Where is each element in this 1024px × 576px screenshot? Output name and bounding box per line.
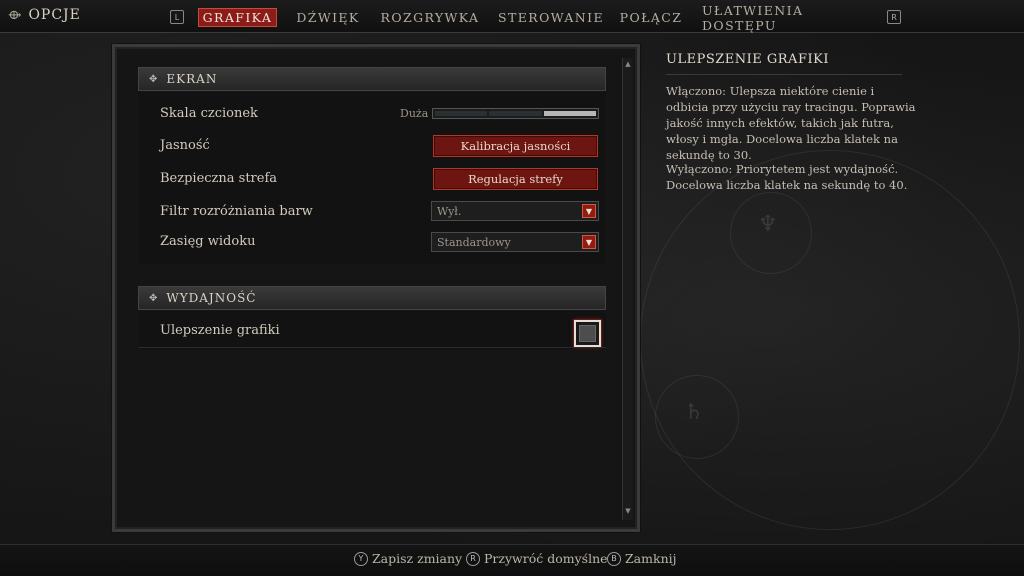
slider-segment: [435, 111, 488, 116]
decorative-pentagram-circle: [640, 150, 1020, 530]
tab-sterowanie[interactable]: STEROWANIE: [498, 8, 603, 27]
chevron-down-icon: ▼: [582, 235, 596, 249]
y-button-icon: Y: [354, 551, 368, 566]
section-title: WYDAJNOŚĆ: [166, 291, 257, 305]
divider: [666, 74, 902, 75]
diamond-icon: ✥: [149, 73, 159, 85]
options-back-button[interactable]: ⟴ OPCJE: [8, 7, 81, 23]
graphics-boost-label: Ulepszenie grafiki: [160, 323, 280, 338]
color-filter-value: Wył.: [437, 204, 462, 218]
chevron-down-icon: ▼: [582, 204, 596, 218]
font-scale-slider[interactable]: [432, 108, 599, 119]
slider-segment: [489, 111, 542, 116]
safe-zone-label: Bezpieczna strefa: [160, 171, 278, 186]
section-header-ekran: ✥ EKRAN: [138, 67, 606, 91]
slider-segment: [543, 111, 596, 116]
scrollbar[interactable]: [622, 58, 633, 520]
b-button-icon: B: [607, 551, 621, 566]
color-filter-dropdown[interactable]: Wył. ▼: [431, 201, 599, 221]
description-off-text: Wyłączono: Priorytetem jest wydajność. D…: [666, 162, 908, 192]
brightness-label: Jasność: [160, 138, 210, 153]
close-button[interactable]: B Zamknij: [607, 551, 677, 566]
view-distance-label: Zasięg widoku: [160, 234, 256, 249]
font-scale-label: Skala czcionek: [160, 106, 258, 121]
tab-dzwiek[interactable]: DŹWIĘK: [293, 8, 363, 27]
graphics-boost-checkbox[interactable]: [574, 320, 601, 347]
scroll-down-icon[interactable]: ▼: [624, 507, 632, 515]
divider: [138, 347, 606, 348]
save-changes-button[interactable]: Y Zapisz zmiany: [354, 551, 462, 566]
safe-zone-adjust-button[interactable]: Regulacja strefy: [433, 168, 598, 190]
color-filter-label: Filtr rozróżniania barw: [160, 204, 313, 219]
restore-defaults-button[interactable]: R Przywróć domyślne: [466, 551, 608, 566]
save-changes-label: Zapisz zmiany: [372, 551, 463, 566]
checkbox-box: [579, 325, 596, 342]
close-label: Zamknij: [625, 551, 677, 566]
tab-grafika[interactable]: GRAFIKA: [198, 8, 277, 27]
options-title: OPCJE: [28, 7, 81, 23]
section-title: EKRAN: [166, 72, 218, 86]
diamond-icon: ✥: [149, 292, 159, 304]
font-scale-value: Duża: [400, 107, 429, 120]
right-stick-icon: R: [466, 551, 480, 566]
left-bumper-icon: L: [170, 10, 184, 24]
view-distance-value: Standardowy: [437, 235, 511, 249]
tab-rozgrywka[interactable]: ROZGRYWKA: [380, 8, 480, 27]
description-title: ULEPSZENIE GRAFIKI: [666, 52, 829, 67]
view-distance-dropdown[interactable]: Standardowy ▼: [431, 232, 599, 252]
restore-defaults-label: Przywróć domyślne: [484, 551, 608, 566]
section-header-wydajnosc: ✥ WYDAJNOŚĆ: [138, 286, 606, 310]
brightness-calibration-button[interactable]: Kalibracja jasności: [433, 135, 598, 157]
right-bumper-icon: R: [887, 10, 901, 24]
back-arrow-icon: ⟴: [8, 7, 23, 23]
tab-polacz[interactable]: POŁĄCZ: [620, 8, 682, 27]
description-on-text: Włączono: Ulepsza niektóre cienie i odbi…: [666, 84, 916, 162]
scroll-up-icon[interactable]: ▲: [624, 60, 632, 68]
tab-ulatwienia-dostepu[interactable]: UŁATWIENIA DOSTĘPU: [702, 3, 870, 33]
